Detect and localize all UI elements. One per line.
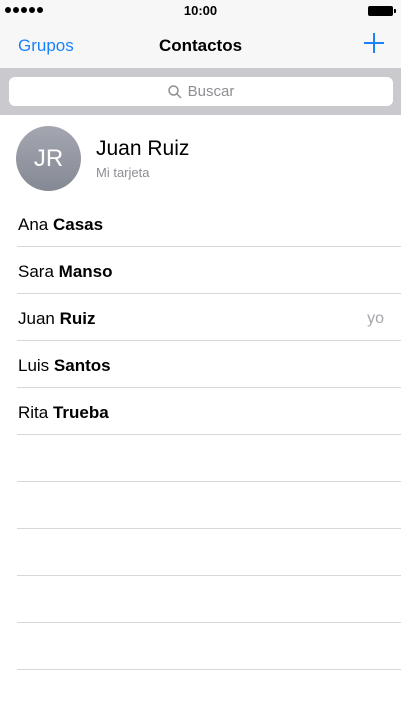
my-card-subtitle: Mi tarjeta — [96, 165, 150, 180]
search-bar: Buscar — [0, 68, 401, 115]
search-placeholder: Buscar — [187, 83, 235, 100]
contact-name: Sara Manso — [18, 262, 113, 281]
empty-row — [0, 529, 401, 576]
clock: 10:00 — [183, 3, 218, 18]
plus-icon[interactable] — [363, 32, 385, 54]
contact-name: Luis Santos — [18, 356, 111, 375]
avatar: JR — [16, 126, 81, 191]
contact-row[interactable]: Rita Trueba — [0, 388, 401, 435]
empty-row — [0, 435, 401, 482]
page-title: Contactos — [158, 36, 243, 55]
status-bar: 10:00 — [0, 0, 401, 22]
contact-row[interactable]: Juan Ruiz yo — [0, 294, 401, 341]
contact-name: Rita Trueba — [18, 403, 109, 422]
contact-row[interactable]: Luis Santos — [0, 341, 401, 388]
my-card-name: Juan Ruiz — [96, 137, 190, 160]
battery-icon — [368, 6, 396, 16]
contact-row[interactable]: Ana Casas — [0, 200, 401, 247]
my-card[interactable]: JR Juan Ruiz Mi tarjeta — [0, 115, 401, 200]
contact-row[interactable]: Sara Manso — [0, 247, 401, 294]
empty-row — [0, 623, 401, 670]
contact-list: Ana Casas Sara Manso Juan Ruiz yo Luis S… — [0, 200, 401, 670]
contact-name: Ana Casas — [18, 215, 104, 234]
navigation-bar: Grupos Contactos — [0, 22, 401, 68]
search-icon — [167, 84, 182, 99]
empty-row — [0, 576, 401, 623]
search-input[interactable]: Buscar — [9, 77, 393, 106]
me-tag: yo — [367, 310, 384, 327]
empty-row — [0, 482, 401, 529]
contact-name: Juan Ruiz — [18, 309, 96, 328]
